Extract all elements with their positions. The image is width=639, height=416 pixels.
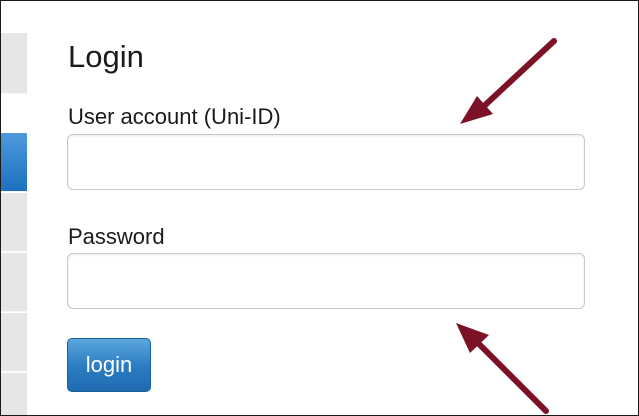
arrow-icon: [480, 38, 557, 110]
annotation-arrows: [456, 38, 557, 414]
login-panel: Login User account (Uni-ID) Password log…: [0, 0, 639, 416]
arrow-to-password-field: [456, 323, 549, 414]
arrow-to-user-field: [460, 38, 557, 124]
arrow-icon: [475, 340, 549, 414]
